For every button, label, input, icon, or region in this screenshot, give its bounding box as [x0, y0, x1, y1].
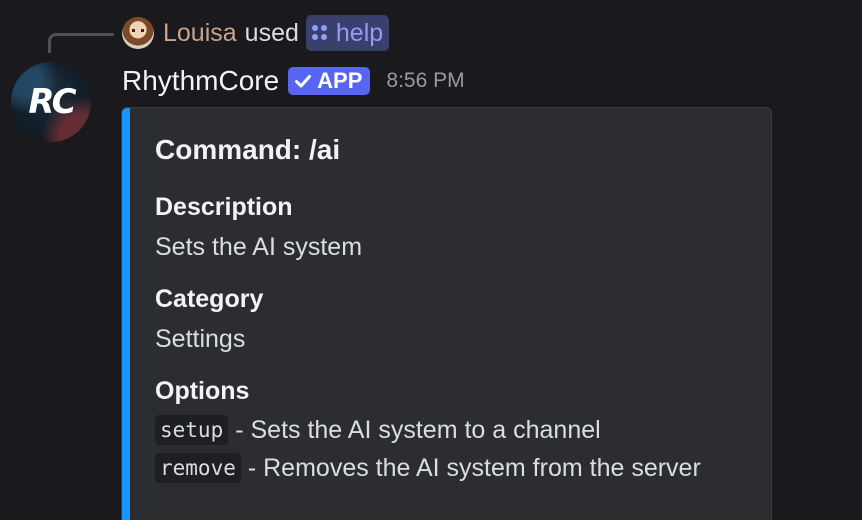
user-avatar-icon[interactable] [122, 17, 154, 49]
option-line-remove: remove - Removes the AI system from the … [155, 453, 701, 483]
slash-command-icon [311, 25, 328, 41]
command-reply-context[interactable]: Louisa used help [122, 15, 390, 51]
embed-card: Command: /ai Description Sets the AI sys… [121, 107, 772, 520]
command-name: help [335, 18, 384, 47]
field-name-description: Description [155, 193, 293, 221]
option-code-setup: setup [155, 415, 229, 445]
app-badge: APP [288, 67, 371, 95]
author-name[interactable]: RhythmCore [122, 65, 279, 97]
command-chip[interactable]: help [305, 15, 390, 51]
bot-avatar[interactable]: RC [11, 62, 91, 142]
app-badge-label: APP [317, 68, 363, 93]
check-icon [295, 75, 312, 88]
reply-spine [48, 33, 114, 53]
option-code-remove: remove [155, 453, 241, 483]
field-value-category: Settings [155, 325, 246, 353]
bot-avatar-logo: RC [28, 82, 76, 122]
field-name-category: Category [155, 285, 264, 313]
embed-title: Command: /ai [155, 134, 341, 165]
chat-message-area: Louisa used help RC RhythmCore APP 8:56 … [0, 0, 862, 520]
field-value-description: Sets the AI system [155, 233, 363, 261]
reply-username[interactable]: Louisa [163, 19, 237, 48]
message-header: RhythmCore APP 8:56 PM [122, 62, 465, 100]
message-timestamp[interactable]: 8:56 PM [386, 69, 464, 93]
option-line-setup: setup - Sets the AI system to a channel [155, 415, 601, 445]
field-name-options: Options [155, 377, 250, 405]
reply-action-text: used [244, 18, 299, 47]
option-text-remove: - Removes the AI system from the server [247, 453, 701, 482]
option-text-setup: - Sets the AI system to a channel [235, 415, 601, 444]
embed-accent-bar [122, 108, 130, 520]
